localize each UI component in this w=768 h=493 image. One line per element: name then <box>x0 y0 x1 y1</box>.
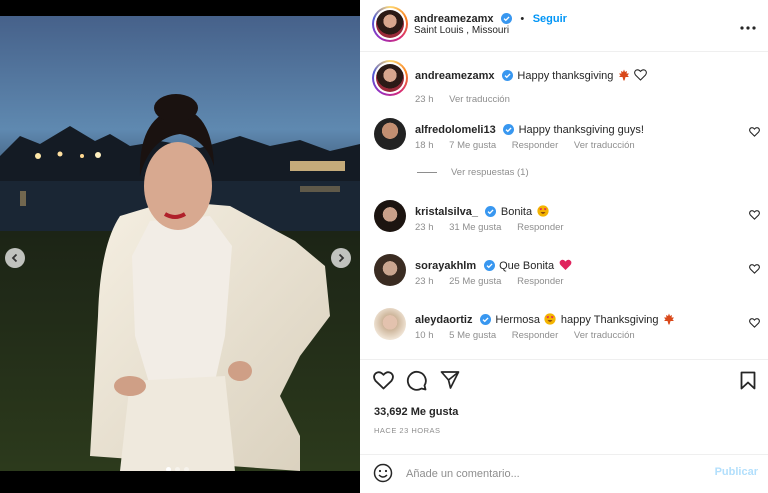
like-comment-heart-icon[interactable] <box>749 124 760 142</box>
chevron-right-icon <box>336 253 346 263</box>
verified-badge-icon <box>501 68 513 86</box>
photo-bottom-bar <box>0 471 360 493</box>
caption-text: Happy thanksgiving <box>517 70 614 82</box>
comment-username[interactable]: sorayakhlm <box>415 260 476 272</box>
like-comment-heart-icon[interactable] <box>749 315 760 333</box>
post-side-panel: andreamezamx • Seguir Saint Louis , Miss… <box>360 0 768 493</box>
caption-time[interactable]: 23 h <box>415 94 434 105</box>
carousel-prev-button[interactable] <box>5 248 25 268</box>
verified-badge-icon <box>485 204 497 222</box>
comment-text: Que Bonita <box>499 260 555 272</box>
comment-username[interactable]: aleydaortiz <box>415 314 472 326</box>
comment-translate[interactable]: Ver traducción <box>574 140 635 151</box>
comment-time[interactable]: 23 h <box>415 222 434 233</box>
comment-input[interactable] <box>406 465 696 483</box>
separator-dot: • <box>520 13 525 25</box>
heart-eyes-emoji-icon <box>544 312 557 330</box>
verified-badge-icon <box>479 312 491 330</box>
author-username[interactable]: andreamezamx <box>414 13 494 25</box>
commenter-avatar[interactable] <box>374 308 406 340</box>
comment-reply[interactable]: Responder <box>517 276 563 287</box>
post-time-ago[interactable]: HACE 23 HORAS <box>374 426 441 435</box>
verified-badge-icon <box>503 122 515 140</box>
post-image <box>0 16 360 471</box>
commenter-avatar[interactable] <box>374 118 406 150</box>
heart-eyes-emoji-icon <box>536 204 549 222</box>
caption-username[interactable]: andreamezamx <box>415 70 495 82</box>
comment-bubble-icon[interactable] <box>406 370 427 396</box>
like-comment-heart-icon[interactable] <box>749 207 760 225</box>
verified-badge-icon <box>483 258 495 276</box>
maple-leaf-icon <box>618 68 630 86</box>
comment-username[interactable]: kristalsilva_ <box>415 206 478 218</box>
post-location[interactable]: Saint Louis , Missouri <box>414 25 509 36</box>
comment-text-2: happy Thanksgiving <box>560 314 659 326</box>
view-replies-label[interactable]: Ver respuestas (1) <box>451 167 529 178</box>
view-replies[interactable]: Ver respuestas (1) <box>417 167 529 178</box>
share-paper-plane-icon[interactable] <box>440 370 460 395</box>
comment-text: Bonita <box>500 206 533 218</box>
comment-likes[interactable]: 5 Me gusta <box>449 330 496 341</box>
comment-reply[interactable]: Responder <box>517 222 563 233</box>
comments-section: andreamezamx Happy thanksgiving 23 h Ver… <box>360 52 768 360</box>
white-heart-icon <box>634 68 648 86</box>
save-bookmark-icon[interactable] <box>740 371 756 395</box>
post-actions: 33,692 Me gusta HACE 23 HORAS <box>360 360 768 455</box>
commenter-avatar[interactable] <box>374 200 406 232</box>
like-comment-heart-icon[interactable] <box>749 261 760 279</box>
photo-top-bar <box>0 0 360 16</box>
add-comment-bar: Publicar <box>360 455 768 493</box>
more-options-icon[interactable] <box>740 17 756 35</box>
comment-likes[interactable]: 31 Me gusta <box>449 222 501 233</box>
carousel-next-button[interactable] <box>331 248 351 268</box>
post-header: andreamezamx • Seguir Saint Louis , Miss… <box>360 0 768 52</box>
commenter-avatar[interactable] <box>374 254 406 286</box>
author-avatar[interactable] <box>372 6 408 42</box>
replies-line <box>417 172 437 173</box>
comment-likes[interactable]: 7 Me gusta <box>449 140 496 151</box>
emoji-picker-icon[interactable] <box>373 463 393 488</box>
chevron-left-icon <box>10 253 20 263</box>
comment-text: Happy thanksgiving guys! <box>518 124 644 136</box>
comment-time[interactable]: 23 h <box>415 276 434 287</box>
follow-button[interactable]: Seguir <box>533 13 567 25</box>
publish-button[interactable]: Publicar <box>715 466 758 478</box>
comment-username[interactable]: alfredolomeli13 <box>415 124 496 136</box>
comment-time[interactable]: 10 h <box>415 330 434 341</box>
post-photo[interactable] <box>0 16 360 471</box>
comment-reply[interactable]: Responder <box>512 330 558 341</box>
comment-time[interactable]: 18 h <box>415 140 434 151</box>
red-heart-icon <box>559 258 572 276</box>
maple-leaf-icon <box>663 312 675 330</box>
comment-likes[interactable]: 25 Me gusta <box>449 276 501 287</box>
likes-count[interactable]: 33,692 Me gusta <box>374 406 458 418</box>
like-heart-icon[interactable] <box>373 371 394 395</box>
caption-translate[interactable]: Ver traducción <box>449 94 510 105</box>
caption-avatar[interactable] <box>372 60 408 96</box>
comment-reply[interactable]: Responder <box>512 140 558 151</box>
comment-translate[interactable]: Ver traducción <box>574 330 635 341</box>
comment-text: Hermosa <box>495 314 540 326</box>
